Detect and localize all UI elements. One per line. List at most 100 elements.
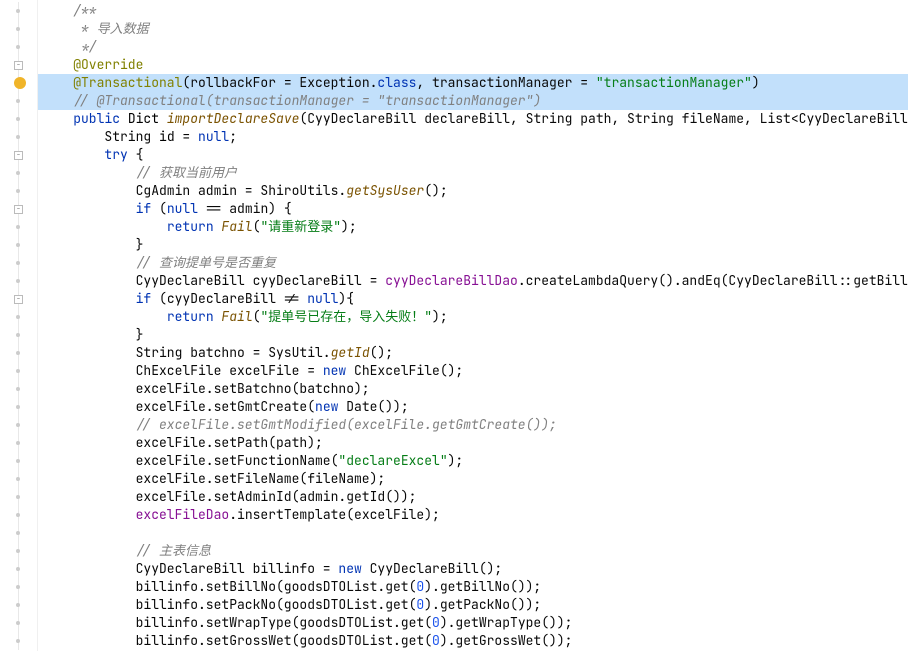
- code-token: if: [136, 290, 159, 307]
- code-line[interactable]: return Fail("请重新登录");: [38, 218, 908, 236]
- code-line[interactable]: billinfo.setPackNo(goodsDTOList.get(0).g…: [38, 596, 908, 614]
- code-editor: − − − − /** * 导入数据 */ @Override @Transactio…: [0, 0, 908, 651]
- gutter-dot-icon: [16, 9, 20, 13]
- gutter-dot-icon: [16, 117, 20, 121]
- gutter-row: [0, 272, 37, 290]
- code-line[interactable]: * 导入数据: [38, 20, 908, 38]
- code-line[interactable]: CyyDeclareBill cyyDeclareBill = cyyDecla…: [38, 272, 908, 290]
- code-token: Fail: [221, 218, 252, 235]
- code-token: public: [73, 110, 128, 127]
- code-token: * 导入数据: [73, 20, 148, 37]
- fold-marker-icon[interactable]: −: [14, 295, 23, 304]
- code-token: ): [752, 74, 760, 91]
- code-line[interactable]: public Dict importDeclareSave(CyyDeclare…: [38, 110, 908, 128]
- code-token: excelFile.setFileName(fileName);: [136, 470, 386, 487]
- code-line[interactable]: try {: [38, 146, 908, 164]
- gutter-dot-icon: [16, 585, 20, 589]
- gutter-row: [0, 380, 37, 398]
- code-token: return: [167, 308, 222, 325]
- gutter-row: [0, 434, 37, 452]
- gutter-dot-icon: [16, 459, 20, 463]
- code-token: "请重新登录": [260, 218, 341, 235]
- code-token: ChExcelFile();: [354, 362, 463, 379]
- gutter-row: [0, 20, 37, 38]
- code-line[interactable]: excelFile.setAdminId(admin.getId());: [38, 488, 908, 506]
- code-line[interactable]: excelFile.setFunctionName("declareExcel"…: [38, 452, 908, 470]
- gutter-row: [0, 488, 37, 506]
- gutter-row: [0, 92, 37, 110]
- code-line[interactable]: [38, 524, 908, 542]
- code-line[interactable]: // 获取当前用户: [38, 164, 908, 182]
- code-line[interactable]: // 主表信息: [38, 542, 908, 560]
- gutter-dot-icon: [16, 315, 20, 319]
- code-token: excelFileDao: [136, 506, 230, 523]
- code-line[interactable]: billinfo.setBillNo(goodsDTOList.get(0).g…: [38, 578, 908, 596]
- code-line[interactable]: CyyDeclareBill billinfo = new CyyDeclare…: [38, 560, 908, 578]
- fold-marker-icon[interactable]: −: [14, 205, 23, 214]
- code-token: );: [448, 452, 464, 469]
- gutter-row: [0, 110, 37, 128]
- code-token: billinfo.setWrapType(goodsDTOList.get(: [136, 614, 432, 631]
- code-line[interactable]: excelFileDao.insertTemplate(excelFile);: [38, 506, 908, 524]
- code-line[interactable]: ChExcelFile excelFile = new ChExcelFile(…: [38, 362, 908, 380]
- code-token: Fail: [221, 308, 252, 325]
- code-line[interactable]: // excelFile.setGmtModified(excelFile.ge…: [38, 416, 908, 434]
- gutter-row: [0, 506, 37, 524]
- gutter-dot-icon: [16, 261, 20, 265]
- gutter-dot-icon: [16, 351, 20, 355]
- gutter-row: [0, 182, 37, 200]
- gutter-row: [0, 2, 37, 20]
- code-token: */: [73, 38, 96, 55]
- gutter-dot-icon: [16, 531, 20, 535]
- code-line[interactable]: CgAdmin admin = ShiroUtils.getSysUser();: [38, 182, 908, 200]
- fold-marker-icon[interactable]: −: [14, 151, 23, 160]
- code-line[interactable]: /**: [38, 2, 908, 20]
- code-line[interactable]: billinfo.setWrapType(goodsDTOList.get(0)…: [38, 614, 908, 632]
- code-line[interactable]: if (null == admin) {: [38, 200, 908, 218]
- code-line[interactable]: // 查询提单号是否重复: [38, 254, 908, 272]
- code-line[interactable]: return Fail("提单号已存在，导入失败！");: [38, 308, 908, 326]
- code-line[interactable]: if (cyyDeclareBill != null){: [38, 290, 908, 308]
- code-token: 0: [432, 614, 440, 631]
- code-line[interactable]: excelFile.setPath(path);: [38, 434, 908, 452]
- code-line[interactable]: String batchno = SysUtil.getId();: [38, 344, 908, 362]
- code-line[interactable]: // @Transactional(transactionManager = "…: [38, 92, 908, 110]
- code-line[interactable]: excelFile.setFileName(fileName);: [38, 470, 908, 488]
- code-area[interactable]: /** * 导入数据 */ @Override @Transactional(r…: [38, 0, 908, 651]
- gutter-dot-icon: [16, 639, 20, 643]
- code-token: ();: [370, 344, 393, 361]
- gutter-row: [0, 416, 37, 434]
- code-line[interactable]: */: [38, 38, 908, 56]
- gutter-dot-icon: [16, 45, 20, 49]
- lightbulb-icon[interactable]: [14, 77, 26, 89]
- code-line[interactable]: @Transactional(rollbackFor = Exception.c…: [38, 74, 908, 92]
- gutter-row: [0, 362, 37, 380]
- code-line[interactable]: billinfo.setGrossWet(goodsDTOList.get(0)…: [38, 632, 908, 650]
- gutter-dot-icon: [16, 513, 20, 517]
- gutter-dot-icon: [16, 603, 20, 607]
- gutter-row: −: [0, 200, 37, 218]
- gutter-dot-icon: [16, 333, 20, 337]
- code-line[interactable]: String id = null;: [38, 128, 908, 146]
- code-line[interactable]: }: [38, 236, 908, 254]
- code-token: (cyyDeclareBill !=: [159, 290, 307, 307]
- gutter-row: [0, 308, 37, 326]
- code-line[interactable]: }: [38, 326, 908, 344]
- code-token: ChExcelFile excelFile =: [136, 362, 323, 379]
- code-line[interactable]: @Override: [38, 56, 908, 74]
- gutter-row: [0, 524, 37, 542]
- gutter-row: −: [0, 146, 37, 164]
- code-token: "declareExcel": [338, 452, 447, 469]
- gutter-dot-icon: [16, 621, 20, 625]
- code-token: ).getGrossWet());: [440, 632, 573, 649]
- gutter-dot-icon: [16, 441, 20, 445]
- code-token: try: [104, 146, 135, 163]
- code-token: /**: [73, 2, 96, 19]
- code-token: billinfo.setGrossWet(goodsDTOList.get(: [136, 632, 432, 649]
- fold-marker-icon[interactable]: −: [14, 61, 23, 70]
- code-token: id: [159, 128, 175, 145]
- code-token: excelFile.setAdminId(admin.getId());: [136, 488, 417, 505]
- gutter-dot-icon: [16, 405, 20, 409]
- code-line[interactable]: excelFile.setGmtCreate(new Date());: [38, 398, 908, 416]
- code-line[interactable]: excelFile.setBatchno(batchno);: [38, 380, 908, 398]
